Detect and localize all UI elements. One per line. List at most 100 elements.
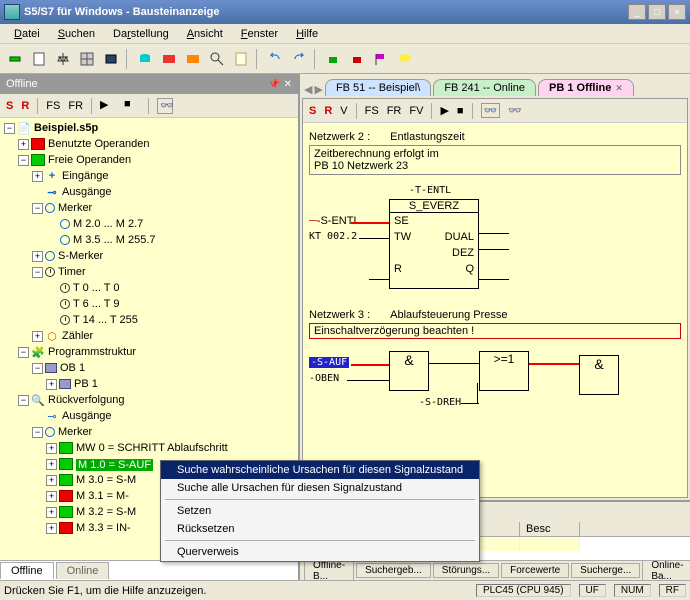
tree-m33[interactable]: M 3.3 = IN-: [76, 522, 131, 534]
tab-pb1[interactable]: PB 1 Offline✕: [538, 79, 634, 96]
dtb-stop-icon[interactable]: ■: [457, 105, 464, 117]
ctx-item-reset[interactable]: Rücksetzen: [161, 520, 479, 538]
tool-find-icon[interactable]: [206, 48, 228, 70]
tab-fb241[interactable]: FB 241 -- Online: [433, 79, 536, 96]
menu-suchen[interactable]: Suchen: [50, 26, 103, 42]
tool-grid-icon[interactable]: [76, 48, 98, 70]
tree-m-range0[interactable]: M 2.0 ... M 2.7: [73, 218, 143, 230]
btab-1[interactable]: Suchergeb...: [356, 563, 431, 578]
dtb-glasses2-icon[interactable]: 👓: [508, 104, 522, 117]
tab-nav-prev[interactable]: ◀: [304, 83, 312, 96]
minimize-button[interactable]: _: [628, 4, 646, 20]
tool-flag-icon[interactable]: [370, 48, 392, 70]
diagram-body[interactable]: Netzwerk 2 : Entlastungszeit Zeitberechn…: [303, 123, 687, 497]
nw3-or-box[interactable]: >=1: [479, 351, 529, 391]
tab-offline[interactable]: Offline: [0, 562, 54, 579]
tree-zaehler[interactable]: Zähler: [62, 330, 93, 342]
tool-chip-icon[interactable]: [100, 48, 122, 70]
left-tb-r[interactable]: R: [21, 100, 29, 112]
tree-m-range1[interactable]: M 3.5 ... M 255.7: [73, 234, 156, 246]
tree-merker[interactable]: Merker: [58, 202, 92, 214]
tree-r-merker[interactable]: Merker: [58, 426, 92, 438]
tree-ausg[interactable]: Ausgänge: [62, 186, 112, 198]
tree-m30[interactable]: M 3.0 = S-M: [76, 474, 136, 486]
tool-chat-icon[interactable]: [394, 48, 416, 70]
nw3-and2-box[interactable]: &: [579, 355, 619, 395]
nw3-sauf[interactable]: -S-AUF: [309, 357, 349, 368]
left-tb-glasses-icon[interactable]: 👓: [157, 98, 173, 114]
expand-icon[interactable]: −: [4, 123, 15, 134]
tool-plug-green-icon[interactable]: [322, 48, 344, 70]
red-square-icon: [31, 138, 45, 150]
dtb-fr[interactable]: FR: [387, 105, 402, 117]
tool-connection-icon[interactable]: [4, 48, 26, 70]
tree-ob1[interactable]: OB 1: [60, 362, 85, 374]
maximize-button[interactable]: □: [648, 4, 666, 20]
dtb-r[interactable]: R: [324, 105, 332, 117]
tool-plug-red-icon[interactable]: [346, 48, 368, 70]
dtb-s[interactable]: S: [309, 105, 316, 117]
tree-m10[interactable]: M 1.0 = S-AUF: [76, 459, 153, 471]
tree-root[interactable]: Beispiel.s5p: [34, 122, 98, 134]
btab-3[interactable]: Forcewerte: [501, 563, 569, 578]
tree-pb1[interactable]: PB 1: [74, 378, 98, 390]
statusbar: Drücken Sie F1, um die Hilfe anzuzeigen.…: [0, 580, 690, 600]
menu-ansicht[interactable]: Ansicht: [179, 26, 231, 42]
tool-doc-icon[interactable]: [28, 48, 50, 70]
tool-red-icon[interactable]: [158, 48, 180, 70]
tab-fb51[interactable]: FB 51 -- Beispiel\: [325, 79, 431, 96]
tree-t0[interactable]: T 0 ... T 0: [73, 282, 119, 294]
tree-freie[interactable]: Freie Operanden: [48, 154, 131, 166]
tab-nav-next[interactable]: ▶: [314, 83, 322, 96]
dtb-go-icon[interactable]: ▶: [440, 104, 448, 117]
dtb-fv[interactable]: FV: [409, 105, 423, 117]
tool-redo-icon[interactable]: [288, 48, 310, 70]
nw2-fbd-box[interactable]: S_EVERZ SE TWDUAL DEZ RQ: [389, 199, 479, 289]
tool-balance-icon[interactable]: [52, 48, 74, 70]
tool-orange-icon[interactable]: [182, 48, 204, 70]
tool-db-icon[interactable]: [134, 48, 156, 70]
tree-rueck[interactable]: Rückverfolgung: [48, 394, 124, 406]
btab-5[interactable]: Online-Ba...: [642, 560, 690, 580]
menu-datei[interactable]: Datei: [6, 26, 48, 42]
tree-t1[interactable]: T 6 ... T 9: [73, 298, 119, 310]
tree-eing[interactable]: Eingänge: [62, 170, 109, 182]
ctx-item-all-causes[interactable]: Suche alle Ursachen für diesen Signalzus…: [161, 479, 479, 497]
ctx-item-set[interactable]: Setzen: [161, 502, 479, 520]
dtb-v[interactable]: V: [340, 105, 347, 117]
dtb-glasses-icon[interactable]: 👓: [481, 103, 501, 118]
tree-m32[interactable]: M 3.2 = S-M: [76, 506, 136, 518]
nw3-and-box[interactable]: &: [389, 351, 429, 391]
tree-timer[interactable]: Timer: [58, 266, 86, 278]
tree-benutzte[interactable]: Benutzte Operanden: [48, 138, 150, 150]
left-tb-go-icon[interactable]: ▶: [100, 98, 116, 114]
nw3-alert: Einschaltverzögerung beachten !: [309, 323, 681, 339]
close-button[interactable]: ×: [668, 4, 686, 20]
tree-t2[interactable]: T 14 ... T 255: [73, 314, 138, 326]
tree-smerker[interactable]: S-Merker: [58, 250, 103, 262]
left-tb-fs[interactable]: FS: [46, 100, 60, 112]
ctx-item-probable-causes[interactable]: Suche wahrscheinliche Ursachen für diese…: [161, 461, 479, 479]
left-tb-fr[interactable]: FR: [68, 100, 83, 112]
close-tab-icon[interactable]: ✕: [615, 83, 623, 94]
ctx-item-xref[interactable]: Querverweis: [161, 543, 479, 561]
left-tb-s[interactable]: S: [6, 100, 13, 112]
menu-hilfe[interactable]: Hilfe: [288, 26, 326, 42]
btab-0[interactable]: Offline-B...: [304, 560, 354, 580]
left-tabs: Offline Online: [0, 560, 298, 580]
tree-mw[interactable]: MW 0 = SCHRITT Ablaufschritt: [76, 442, 228, 454]
btab-4[interactable]: Sucherge...: [571, 563, 640, 578]
tree-m31[interactable]: M 3.1 = M-: [76, 490, 129, 502]
col-besc[interactable]: Besc: [520, 522, 580, 536]
tool-file-icon[interactable]: [230, 48, 252, 70]
menu-darstellung[interactable]: Darstellung: [105, 26, 177, 42]
counter-icon: ⬡: [45, 330, 59, 342]
tab-online[interactable]: Online: [56, 562, 110, 579]
dtb-fs[interactable]: FS: [365, 105, 379, 117]
btab-2[interactable]: Störungs...: [433, 563, 499, 578]
tree-r-ausg[interactable]: Ausgänge: [62, 410, 112, 422]
left-tb-stop-icon[interactable]: ■: [124, 98, 140, 114]
menu-fenster[interactable]: Fenster: [233, 26, 286, 42]
tree-prog[interactable]: Programmstruktur: [48, 346, 136, 358]
tool-undo-icon[interactable]: [264, 48, 286, 70]
